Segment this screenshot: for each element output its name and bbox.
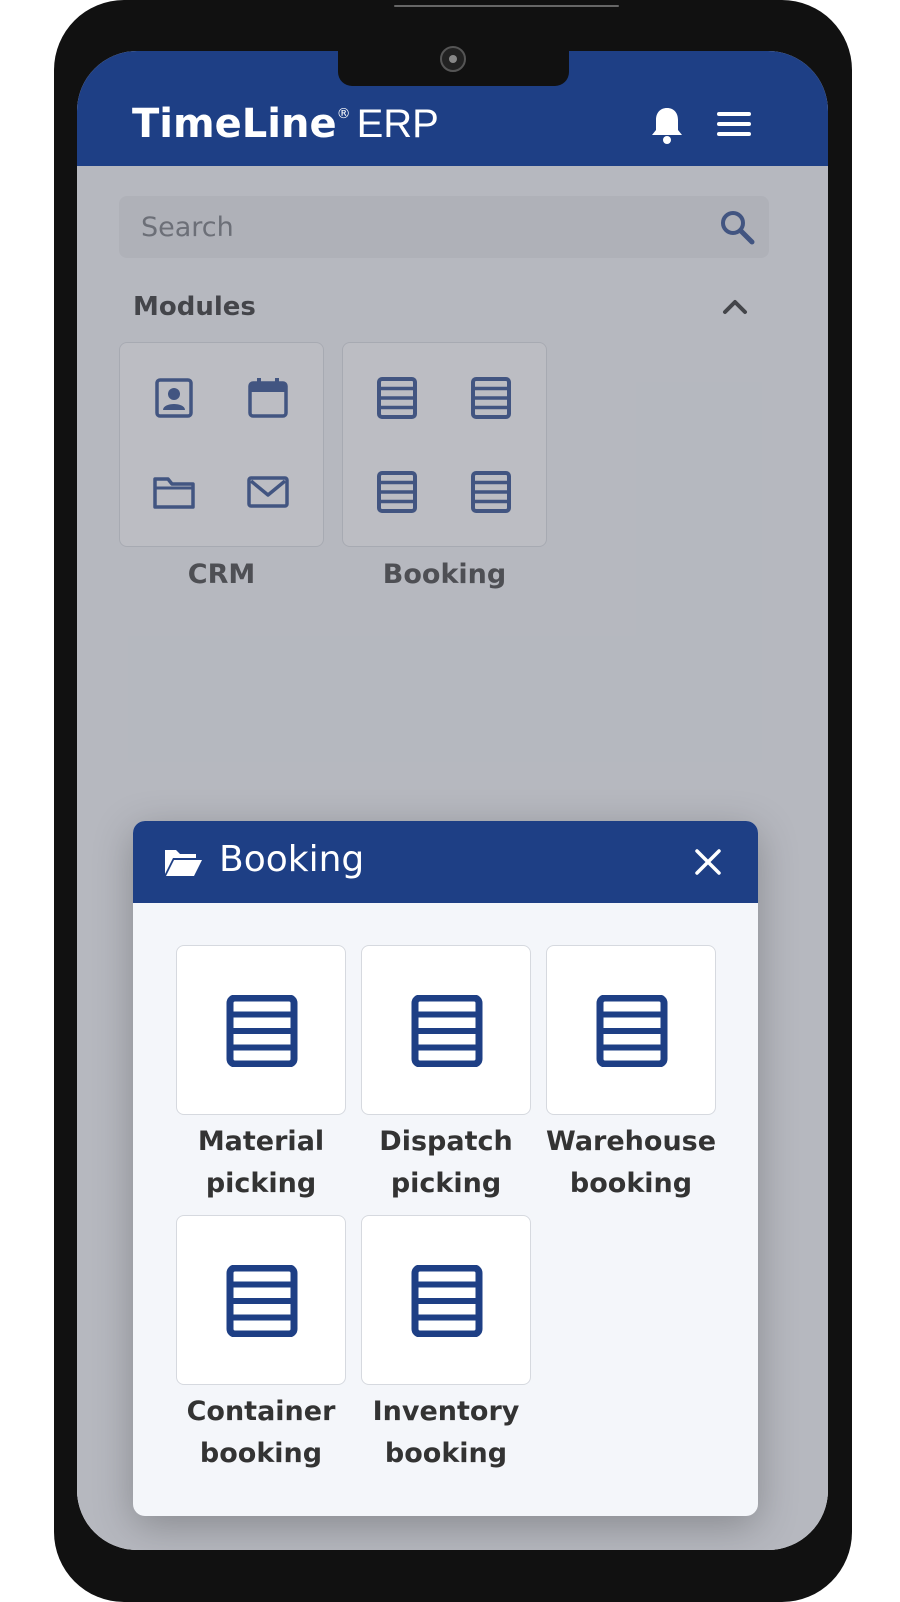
booking-item-label-line2: picking (390, 1168, 502, 1199)
booking-item-material-picking[interactable]: Material picking (176, 945, 346, 1205)
booking-item-label: Inventory booking (361, 1391, 531, 1475)
booking-tile[interactable] (176, 1215, 346, 1385)
booking-item-dispatch-picking[interactable]: Dispatch picking (361, 945, 531, 1205)
list-icon (226, 995, 298, 1067)
booking-item-label-line2: picking (205, 1168, 317, 1199)
booking-item-label-line1: Dispatch (379, 1126, 513, 1157)
app-screen: TimeLine® ERP Search Modules CRM Booking… (77, 51, 828, 1550)
booking-tile[interactable] (361, 1215, 531, 1385)
booking-item-inventory-booking[interactable]: Inventory booking (361, 1215, 531, 1475)
dialog-header: Booking (133, 821, 758, 903)
close-icon[interactable] (693, 847, 723, 877)
list-icon (226, 1265, 298, 1337)
booking-item-label: Dispatch picking (361, 1121, 531, 1205)
booking-item-label-line2: booking (569, 1168, 693, 1199)
list-icon (596, 995, 668, 1067)
camera-icon (440, 46, 466, 72)
booking-item-label-line2: booking (384, 1438, 508, 1469)
booking-item-label: Warehouse booking (546, 1121, 716, 1205)
list-icon (411, 995, 483, 1067)
logo-main-text: TimeLine (132, 101, 337, 147)
booking-item-label-line1: Material (197, 1126, 325, 1157)
booking-item-warehouse-booking[interactable]: Warehouse booking (546, 945, 716, 1205)
booking-dialog: Booking Material picking Dispatch pickin… (133, 821, 758, 1516)
booking-tile[interactable] (546, 945, 716, 1115)
hamburger-menu-icon[interactable] (717, 109, 751, 139)
booking-tile[interactable] (176, 945, 346, 1115)
logo-sub-text: ERP (356, 102, 439, 146)
booking-tile[interactable] (361, 945, 531, 1115)
booking-item-label-line2: booking (199, 1438, 323, 1469)
booking-item-label-line1: Inventory (372, 1396, 520, 1427)
booking-item-label-line1: Warehouse (546, 1126, 717, 1157)
dialog-title: Booking (219, 839, 365, 880)
app-logo: TimeLine® ERP (132, 99, 439, 149)
booking-item-label-line1: Container (186, 1396, 336, 1427)
booking-item-container-booking[interactable]: Container booking (176, 1215, 346, 1475)
phone-top-edge (394, 5, 619, 7)
logo-registered-mark: ® (336, 106, 351, 122)
folder-open-icon (165, 850, 202, 876)
list-icon (411, 1265, 483, 1337)
booking-item-label: Container booking (176, 1391, 346, 1475)
bell-icon[interactable] (649, 105, 685, 145)
booking-item-label: Material picking (176, 1121, 346, 1205)
